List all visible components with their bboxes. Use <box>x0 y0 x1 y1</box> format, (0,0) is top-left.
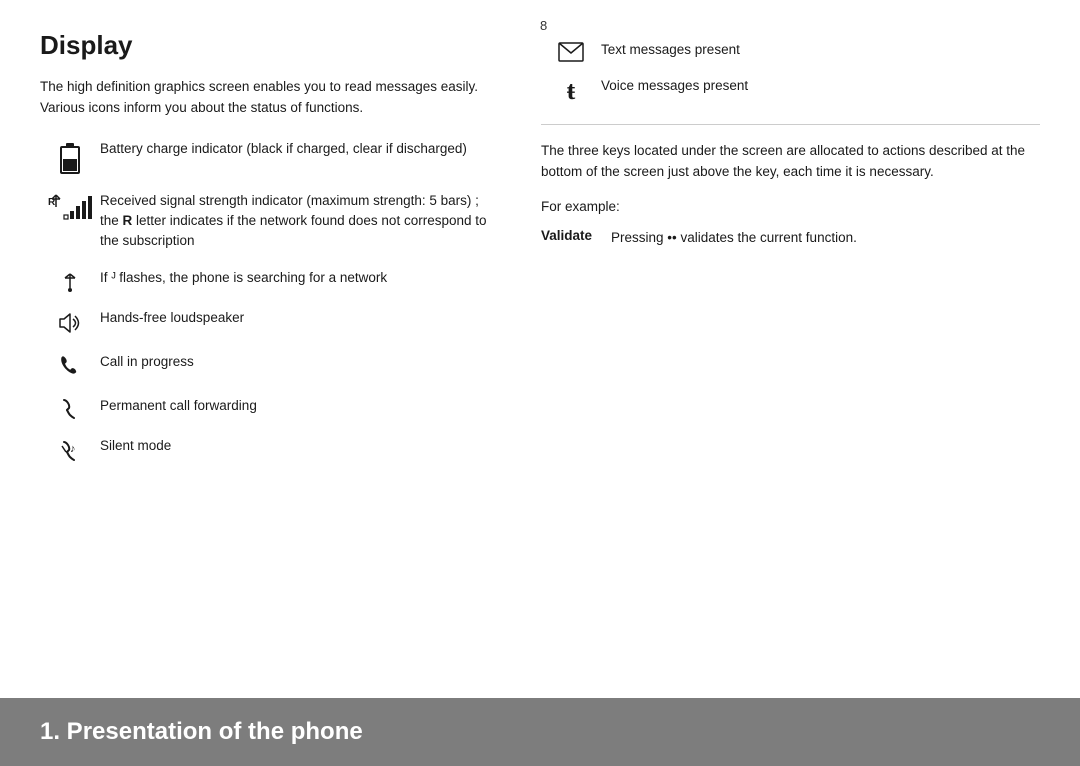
envelope-icon-cell <box>541 40 601 62</box>
forward-icon <box>61 398 79 420</box>
call-icon-cell <box>40 352 100 380</box>
right-column: Text messages present ŧ Voice messages p… <box>521 30 1040 698</box>
envelope-text: Text messages present <box>601 40 1040 60</box>
battery-text: Battery charge indicator (black if charg… <box>100 139 491 159</box>
forward-row: Permanent call forwarding <box>40 396 491 420</box>
battery-row: Battery charge indicator (black if charg… <box>40 139 491 175</box>
antenna-flash-icon <box>62 270 78 292</box>
footer-title: 1. Presentation of the phone <box>40 718 363 746</box>
divider <box>541 124 1040 125</box>
silent-row: ♪ Silent mode <box>40 436 491 464</box>
signal-text: Received signal strength indicator (maxi… <box>100 191 491 252</box>
handsfree-icon <box>56 310 84 336</box>
content-area: Display The high definition graphics scr… <box>0 0 1080 698</box>
call-icon <box>59 354 81 380</box>
intro-text: The high definition graphics screen enab… <box>40 77 491 119</box>
left-column: Display The high definition graphics scr… <box>40 30 521 698</box>
voicemail-text: Voice messages present <box>601 76 1040 96</box>
voicemail-symbol: ŧ <box>567 78 576 104</box>
signal-row: R Received signal <box>40 191 491 252</box>
signal-flash-text: If ᴶ flashes, the phone is searching for… <box>100 268 491 288</box>
battery-icon-cell <box>40 139 100 175</box>
envelope-icon <box>558 42 584 62</box>
voicemail-row: ŧ Voice messages present <box>541 76 1040 104</box>
validate-label: Validate <box>541 228 611 243</box>
call-row: Call in progress <box>40 352 491 380</box>
forward-text: Permanent call forwarding <box>100 396 491 416</box>
silent-text: Silent mode <box>100 436 491 456</box>
handsfree-text: Hands-free loudspeaker <box>100 308 491 328</box>
validate-text: Pressing •• validates the current functi… <box>611 228 857 248</box>
page-number: 8 <box>540 18 547 33</box>
page: 8 Display The high definition graphics s… <box>0 0 1080 766</box>
signal-icon: R <box>48 193 92 221</box>
signal-flash-icon-cell <box>40 268 100 292</box>
footer-bar: 1. Presentation of the phone <box>0 698 1080 766</box>
svg-text:♪: ♪ <box>70 443 76 455</box>
voicemail-icon-cell: ŧ <box>541 76 601 104</box>
signal-flash-row: If ᴶ flashes, the phone is searching for… <box>40 268 491 292</box>
handsfree-row: Hands-free loudspeaker <box>40 308 491 336</box>
signal-icon-cell: R <box>40 191 100 221</box>
envelope-row: Text messages present <box>541 40 1040 62</box>
handsfree-icon-cell <box>40 308 100 336</box>
call-text: Call in progress <box>100 352 491 372</box>
silent-icon-cell: ♪ <box>40 436 100 464</box>
section-title: Display <box>40 30 491 61</box>
body-text: The three keys located under the screen … <box>541 141 1040 183</box>
validate-row: Validate Pressing •• validates the curre… <box>541 228 1040 248</box>
battery-icon <box>59 141 81 175</box>
silent-icon: ♪ <box>60 438 80 464</box>
for-example: For example: <box>541 197 1040 218</box>
forward-icon-cell <box>40 396 100 420</box>
